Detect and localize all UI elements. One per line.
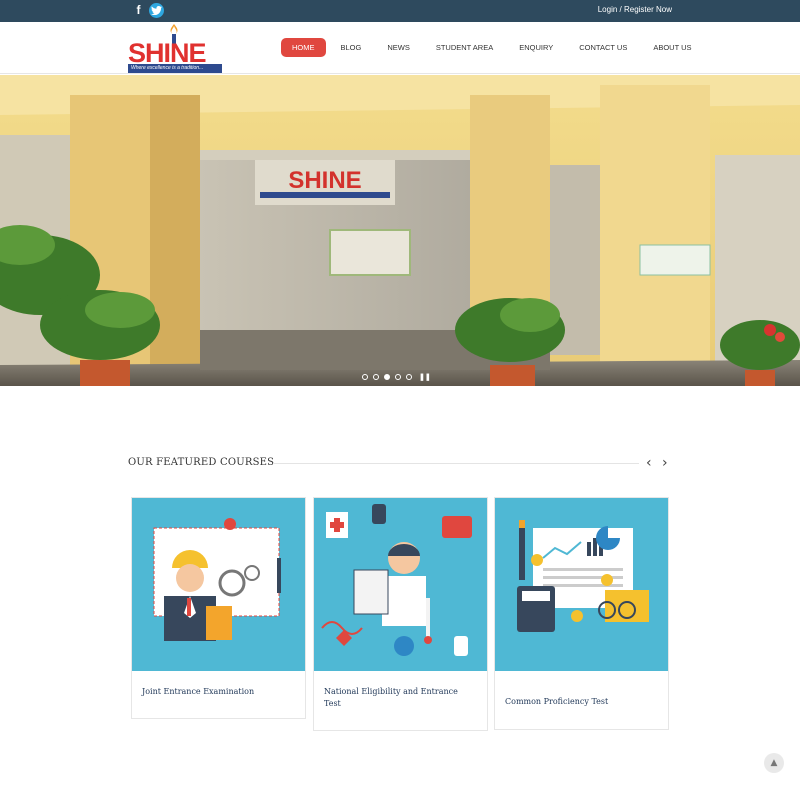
finance-illustration — [495, 498, 668, 671]
nav-home[interactable]: HOME — [281, 38, 326, 57]
hero-image: SHINE — [0, 75, 800, 386]
course-title[interactable]: Joint Entrance Examination — [132, 671, 305, 713]
nav-blog[interactable]: BLOG — [330, 38, 373, 57]
logo-tagline: Where excellence is a tradition... — [128, 64, 222, 73]
shine-logo[interactable]: SHINE Where excellence is a tradition... — [128, 24, 222, 73]
slider-dot[interactable] — [362, 374, 368, 380]
section-divider — [274, 463, 639, 464]
top-bar: f Login / Register Now — [0, 0, 800, 22]
next-arrow-icon[interactable]: › — [662, 456, 674, 470]
nav-news[interactable]: NEWS — [376, 38, 421, 57]
course-title[interactable]: Common Proficiency Test — [495, 671, 668, 723]
slider-dot[interactable] — [373, 374, 379, 380]
hero-slider[interactable]: SHINE — [0, 75, 800, 386]
slider-dots: ❚❚ — [362, 373, 431, 381]
medical-illustration — [314, 498, 487, 671]
course-title[interactable]: National Eligibility and Entrance Test — [314, 671, 487, 725]
facebook-icon[interactable]: f — [131, 3, 146, 18]
slider-dot[interactable] — [395, 374, 401, 380]
nav-student-area[interactable]: STUDENT AREA — [425, 38, 504, 57]
course-card[interactable]: Common Proficiency Test — [494, 497, 669, 730]
nav-about-us[interactable]: ABOUT US — [642, 38, 702, 57]
svg-text:SHINE: SHINE — [288, 167, 361, 194]
scroll-top-icon[interactable]: ▲ — [764, 753, 784, 773]
engineer-illustration — [132, 498, 305, 671]
section-title: OUR FEATURED COURSES — [128, 457, 275, 468]
slider-dot-active[interactable] — [384, 374, 390, 380]
prev-arrow-icon[interactable]: ‹ — [646, 456, 658, 470]
nav-contact-us[interactable]: CONTACT US — [568, 38, 638, 57]
course-card[interactable]: National Eligibility and Entrance Test — [313, 497, 488, 731]
login-register-link[interactable]: Login / Register Now — [598, 5, 672, 14]
slider-dot[interactable] — [406, 374, 412, 380]
twitter-icon[interactable] — [149, 3, 164, 18]
site-header: SHINE Where excellence is a tradition...… — [0, 22, 800, 74]
course-card[interactable]: Joint Entrance Examination — [131, 497, 306, 719]
nav-enquiry[interactable]: ENQUIRY — [508, 38, 564, 57]
main-nav: HOME BLOG NEWS STUDENT AREA ENQUIRY CONT… — [281, 38, 707, 57]
pause-icon[interactable]: ❚❚ — [419, 373, 431, 381]
